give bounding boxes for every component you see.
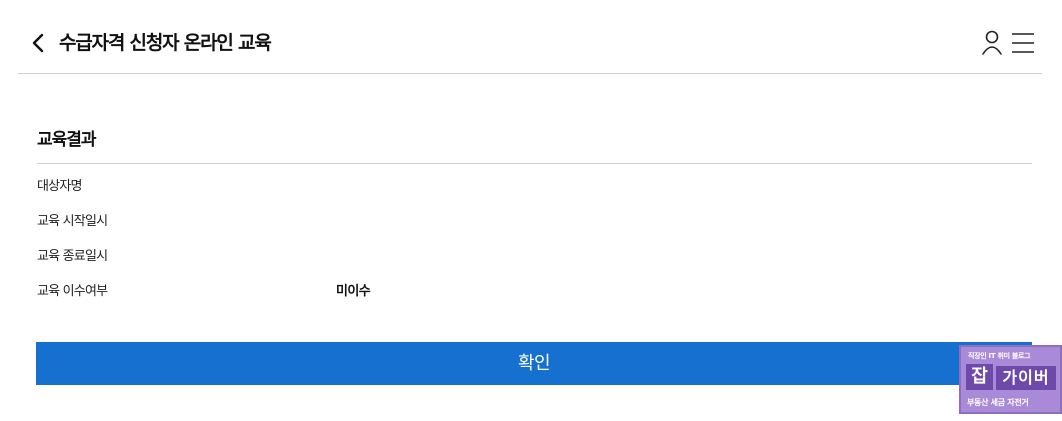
page-title: 수급자격 신청자 온라인 교육 xyxy=(59,32,272,54)
watermark-main-left: 잡 xyxy=(971,366,988,387)
info-label: 교육 종료일시 xyxy=(37,249,108,264)
info-label: 교육 시작일시 xyxy=(37,214,108,229)
hamburger-menu-icon xyxy=(1012,33,1034,53)
info-label: 교육 이수여부 xyxy=(37,284,108,299)
info-row-completion: 교육 이수여부 미이수 xyxy=(37,282,637,302)
app-header: 수급자격 신청자 온라인 교육 xyxy=(18,0,1042,74)
section-divider xyxy=(37,163,1032,164)
user-button[interactable] xyxy=(981,30,1003,56)
watermark-logo: 직장인 IT 취미 블로그 잡 가이버 부동산 세금 자전거 xyxy=(959,345,1062,414)
confirm-button[interactable]: 확인 xyxy=(36,342,1032,385)
watermark-main-right: 가이버 xyxy=(1002,368,1050,387)
chevron-left-icon xyxy=(32,33,44,53)
back-button[interactable] xyxy=(30,30,48,56)
completion-status: 미이수 xyxy=(336,284,371,299)
info-row-name: 대상자명 xyxy=(37,177,637,197)
menu-button[interactable] xyxy=(1011,32,1035,54)
info-row-end: 교육 종료일시 xyxy=(37,247,637,267)
watermark-bottom-text: 부동산 세금 자전거 xyxy=(967,398,1029,407)
watermark-top-text: 직장인 IT 취미 블로그 xyxy=(968,352,1031,360)
section-title: 교육결과 xyxy=(37,130,97,150)
info-label: 대상자명 xyxy=(37,179,82,194)
user-icon xyxy=(982,30,1002,55)
info-row-start: 교육 시작일시 xyxy=(37,212,637,232)
confirm-button-label: 확인 xyxy=(517,353,551,374)
